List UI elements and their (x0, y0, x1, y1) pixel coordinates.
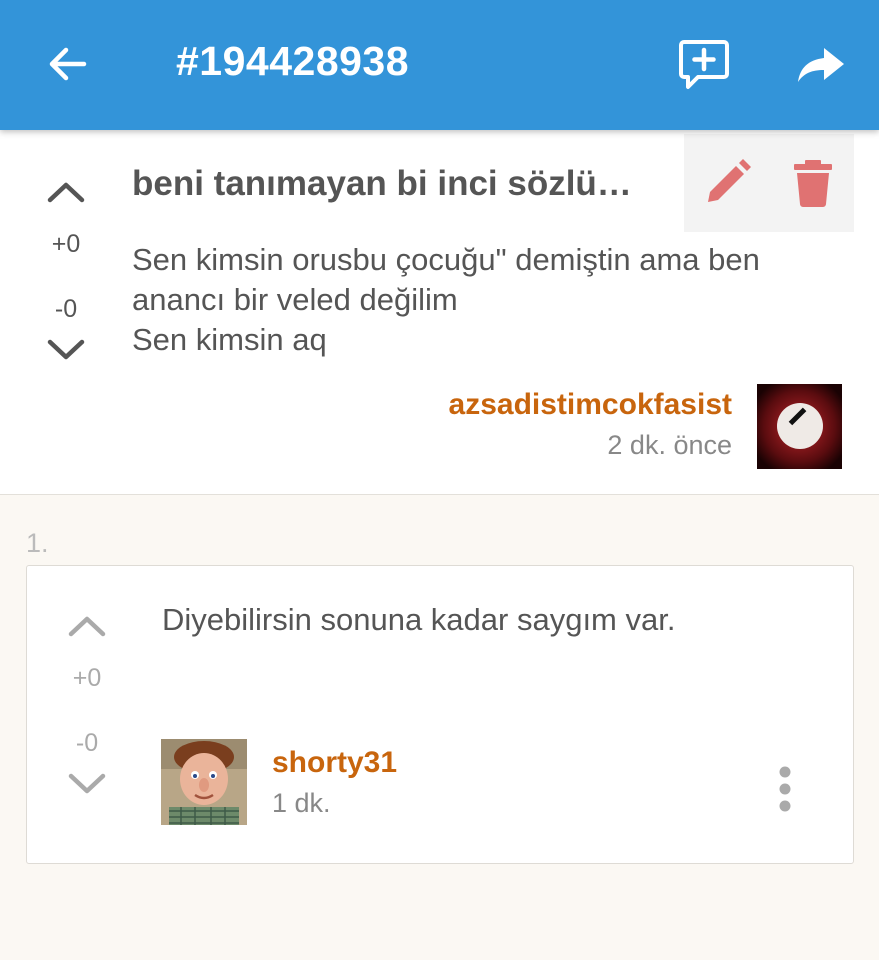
more-vertical-icon[interactable] (771, 764, 799, 814)
chevron-down-icon[interactable] (40, 334, 92, 368)
share-icon[interactable] (794, 38, 848, 92)
app-bar: #194428938 (0, 0, 879, 130)
comment-author-avatar[interactable] (161, 739, 247, 825)
post-vote-column: +0 -0 (40, 174, 92, 368)
comment-downvote-count: -0 (75, 729, 99, 757)
chevron-up-icon[interactable] (61, 608, 113, 642)
page-title: #194428938 (176, 38, 410, 84)
post-downvote-count: -0 (54, 295, 78, 323)
comment-card: +0 -0 Diyebilirsin sonuna kadar saygım v… (26, 565, 854, 864)
post-timestamp: 2 dk. önce (607, 430, 732, 460)
entry-body-line: Sen kimsin aq (132, 322, 327, 357)
post-author-avatar[interactable] (757, 384, 842, 469)
comment-plus-icon[interactable] (676, 36, 732, 92)
comment-author-name[interactable]: shorty31 (272, 746, 397, 780)
entry-post: +0 -0 beni tanımayan bi inci sözlü… Sen … (0, 130, 879, 495)
comment-text: Diyebilirsin sonuna kadar saygım var. (162, 602, 676, 637)
chevron-down-icon[interactable] (61, 768, 113, 802)
comment-timestamp: 1 dk. (272, 788, 331, 818)
comment-upvote-count: +0 (72, 664, 102, 692)
pencil-icon[interactable] (702, 158, 752, 208)
trash-icon[interactable] (788, 158, 838, 208)
entry-body-line: Sen kimsin orusbu çocuğu" demiştin ama b… (132, 242, 760, 277)
entry-body-line: anancı bir veled değilim (132, 282, 458, 317)
comment-index: 1. (26, 528, 49, 558)
post-actions (684, 134, 854, 232)
post-author-name[interactable]: azsadistimcokfasist (449, 388, 732, 422)
entry-title[interactable]: beni tanımayan bi inci sözlü… (132, 164, 662, 204)
post-upvote-count: +0 (51, 230, 81, 258)
chevron-up-icon[interactable] (40, 174, 92, 208)
comment-vote-column: +0 -0 (61, 608, 113, 802)
arrow-left-icon[interactable] (44, 40, 92, 88)
entry-body: Sen kimsin orusbu çocuğu" demiştin ama b… (132, 240, 852, 360)
